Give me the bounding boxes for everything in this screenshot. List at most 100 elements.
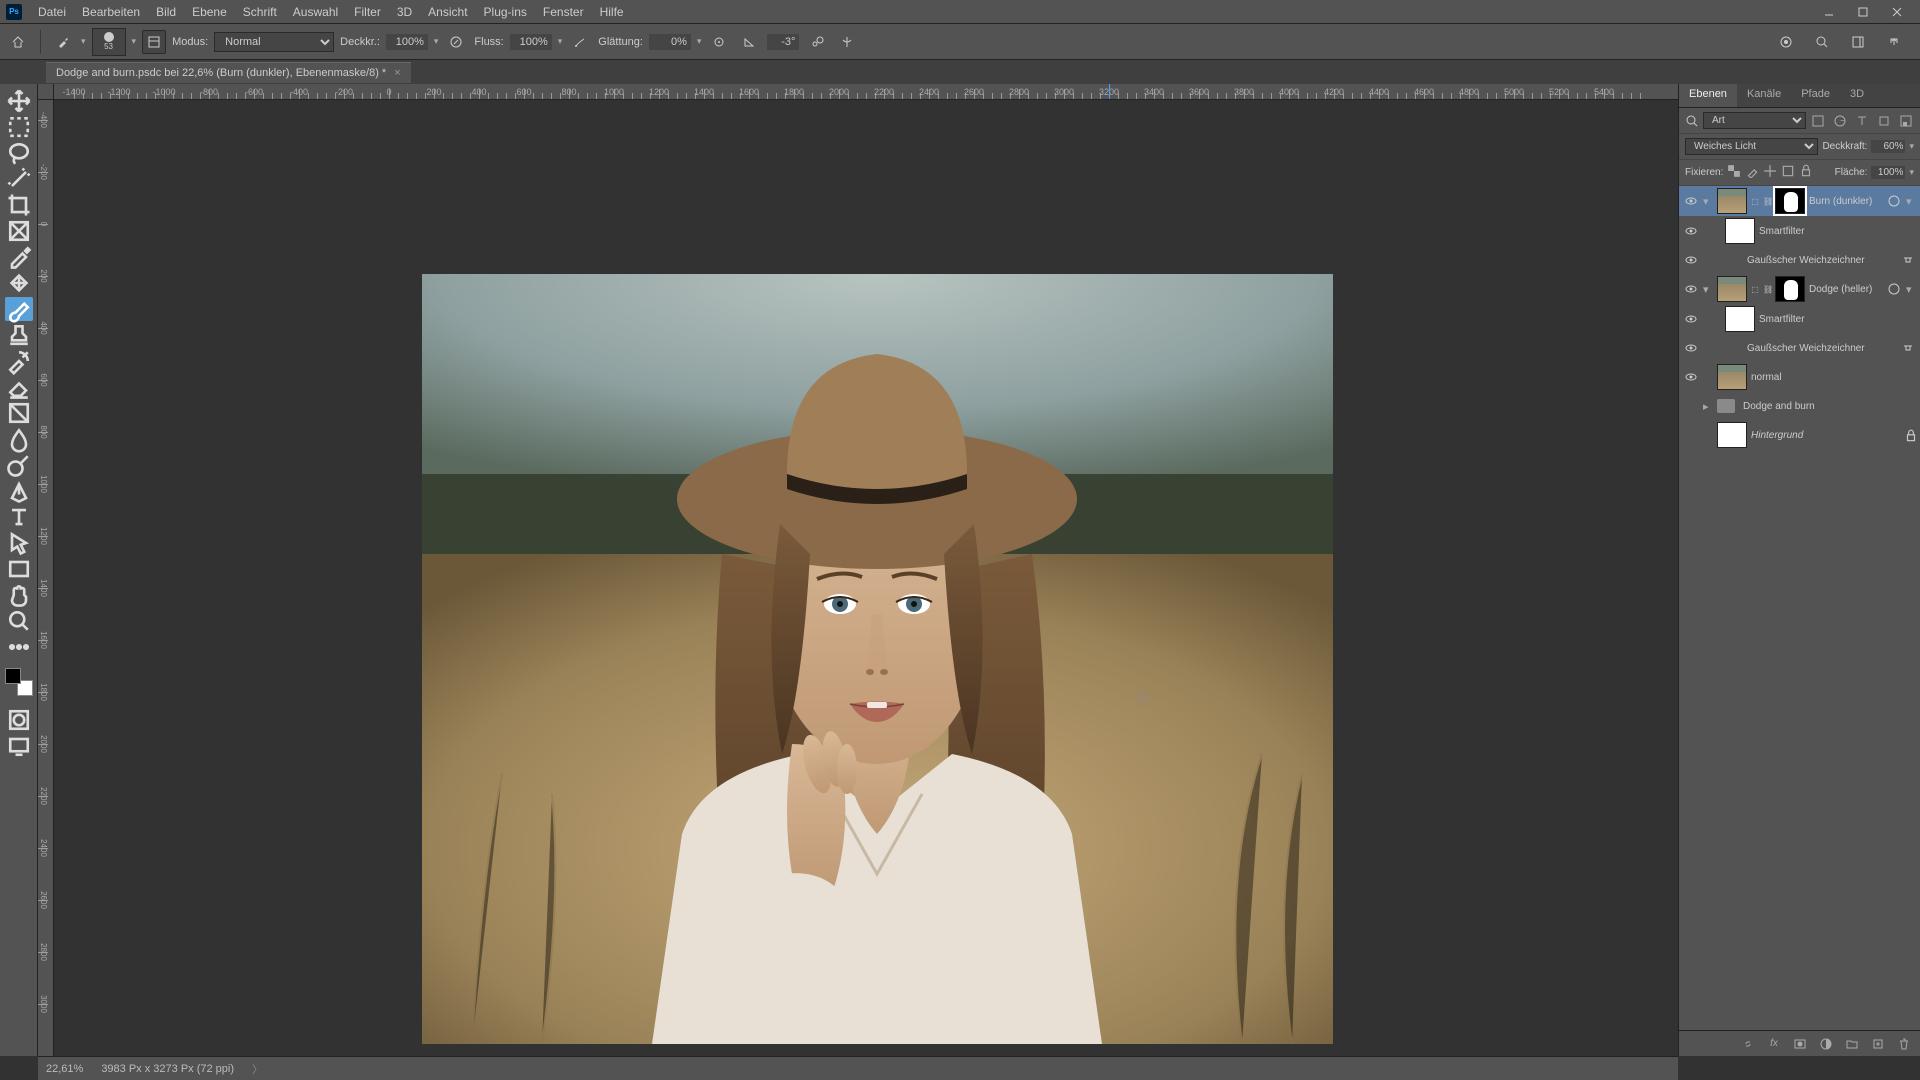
zoom-tool[interactable] xyxy=(5,609,33,633)
layer-dodge-gauss[interactable]: Gaußscher Weichzeichner xyxy=(1679,334,1920,362)
link-icon[interactable]: ⛓ xyxy=(1763,285,1771,294)
visibility-toggle[interactable] xyxy=(1683,340,1699,356)
lock-pixels-icon[interactable] xyxy=(1745,164,1759,181)
move-tool[interactable] xyxy=(5,89,33,113)
visibility-toggle[interactable] xyxy=(1683,193,1699,209)
menu-ansicht[interactable]: Ansicht xyxy=(420,0,475,23)
pressure-size-icon[interactable] xyxy=(805,30,829,54)
menu-schrift[interactable]: Schrift xyxy=(235,0,285,23)
filter-options-icon[interactable] xyxy=(1900,342,1916,354)
visibility-toggle[interactable] xyxy=(1683,281,1699,297)
visibility-toggle[interactable] xyxy=(1683,223,1699,239)
menu-bild[interactable]: Bild xyxy=(148,0,184,23)
filter-adjust-icon[interactable] xyxy=(1832,113,1848,129)
filter-type-icon[interactable] xyxy=(1854,113,1870,129)
layer-name[interactable]: Hintergrund xyxy=(1751,430,1900,441)
workspace-icon[interactable] xyxy=(1846,30,1870,54)
visibility-toggle[interactable] xyxy=(1683,252,1699,268)
link-layers-icon[interactable] xyxy=(1740,1036,1756,1052)
new-layer-icon[interactable] xyxy=(1870,1036,1886,1052)
lock-transparent-icon[interactable] xyxy=(1727,164,1741,181)
wand-tool[interactable] xyxy=(5,167,33,191)
home-icon[interactable] xyxy=(6,30,30,54)
layer-thumbnail[interactable] xyxy=(1717,364,1747,390)
close-button[interactable] xyxy=(1880,0,1914,23)
tab-channels[interactable]: Kanäle xyxy=(1737,84,1791,107)
layer-thumbnail[interactable] xyxy=(1717,422,1747,448)
layer-name[interactable]: Dodge (heller) xyxy=(1809,284,1882,295)
layer-name[interactable]: Smartfilter xyxy=(1759,314,1916,325)
menu-3d[interactable]: 3D xyxy=(389,0,420,23)
eraser-tool[interactable] xyxy=(5,375,33,399)
crop-tool[interactable] xyxy=(5,193,33,217)
layer-name[interactable]: normal xyxy=(1751,372,1916,383)
ruler-origin[interactable] xyxy=(38,84,54,100)
smoothing-options-icon[interactable] xyxy=(707,30,731,54)
history-brush-tool[interactable] xyxy=(5,349,33,373)
filter-pixel-icon[interactable] xyxy=(1810,113,1826,129)
layer-burn-gauss[interactable]: Gaußscher Weichzeichner xyxy=(1679,246,1920,274)
layer-name[interactable]: Dodge and burn xyxy=(1743,401,1916,412)
brush-tool[interactable] xyxy=(5,297,33,321)
visibility-toggle[interactable] xyxy=(1683,398,1699,414)
layer-thumbnail[interactable] xyxy=(1717,276,1747,302)
opacity-input[interactable] xyxy=(386,34,428,50)
search-icon[interactable] xyxy=(1810,30,1834,54)
layer-burn[interactable]: ▾⬚⛓Burn (dunkler)▾ xyxy=(1679,186,1920,216)
select-subject-icon[interactable] xyxy=(1774,30,1798,54)
layer-bg[interactable]: Hintergrund xyxy=(1679,420,1920,450)
menu-ebene[interactable]: Ebene xyxy=(184,0,235,23)
menu-auswahl[interactable]: Auswahl xyxy=(285,0,346,23)
layer-dodge[interactable]: ▾⬚⛓Dodge (heller)▾ xyxy=(1679,274,1920,304)
search-icon[interactable] xyxy=(1685,114,1699,128)
smoothing-input[interactable] xyxy=(649,34,691,50)
menu-filter[interactable]: Filter xyxy=(346,0,389,23)
expand-toggle[interactable]: ▾ xyxy=(1703,283,1713,296)
mask-thumbnail[interactable] xyxy=(1775,188,1805,214)
layer-thumbnail[interactable] xyxy=(1717,188,1747,214)
close-tab-icon[interactable]: × xyxy=(394,67,400,79)
gradient-tool[interactable] xyxy=(5,401,33,425)
filter-type-select[interactable]: Art xyxy=(1703,112,1806,129)
filter-badge-icon[interactable] xyxy=(1886,283,1902,295)
fill-input[interactable] xyxy=(1871,166,1905,179)
mask-thumbnail[interactable] xyxy=(1775,276,1805,302)
status-chevron-icon[interactable]: 〉 xyxy=(252,1061,263,1077)
expand-toggle[interactable]: ▾ xyxy=(1703,195,1713,208)
layer-fx-icon[interactable]: fx xyxy=(1766,1036,1782,1052)
layer-name[interactable]: Gaußscher Weichzeichner xyxy=(1747,255,1896,266)
type-tool[interactable] xyxy=(5,505,33,529)
layer-normal[interactable]: normal xyxy=(1679,362,1920,392)
layer-name[interactable]: Burn (dunkler) xyxy=(1809,196,1882,207)
group-icon[interactable] xyxy=(1844,1036,1860,1052)
blur-tool[interactable] xyxy=(5,427,33,451)
visibility-toggle[interactable] xyxy=(1683,369,1699,385)
filter-smart-icon[interactable] xyxy=(1898,113,1914,129)
layer-name[interactable]: Gaußscher Weichzeichner xyxy=(1747,343,1896,354)
filter-shape-icon[interactable] xyxy=(1876,113,1892,129)
menu-plug-ins[interactable]: Plug-ins xyxy=(476,0,535,23)
angle-input[interactable] xyxy=(767,34,799,50)
blend-mode-select[interactable]: Normal xyxy=(214,32,334,52)
layer-burn-sf[interactable]: Smartfilter xyxy=(1679,216,1920,246)
tab-3d[interactable]: 3D xyxy=(1840,84,1874,107)
menu-hilfe[interactable]: Hilfe xyxy=(592,0,632,23)
menu-fenster[interactable]: Fenster xyxy=(535,0,592,23)
ruler-vertical[interactable]: -400-20002004006008001000120014001600180… xyxy=(38,100,54,1056)
lock-icon[interactable] xyxy=(1904,429,1916,441)
screenmode-icon[interactable] xyxy=(5,734,33,758)
visibility-toggle[interactable] xyxy=(1683,427,1699,443)
maximize-button[interactable] xyxy=(1846,0,1880,23)
layer-thumbnail[interactable] xyxy=(1725,306,1755,332)
frame-tool[interactable] xyxy=(5,219,33,243)
expand-toggle[interactable]: ▸ xyxy=(1703,400,1713,413)
eyedropper-tool[interactable] xyxy=(5,245,33,269)
share-icon[interactable] xyxy=(1882,30,1906,54)
layer-name[interactable]: Smartfilter xyxy=(1759,226,1916,237)
layer-group[interactable]: ▸ Dodge and burn xyxy=(1679,392,1920,420)
lock-artboard-icon[interactable] xyxy=(1781,164,1795,181)
foreground-color-swatch[interactable] xyxy=(5,668,21,684)
layer-opacity-input[interactable] xyxy=(1871,140,1905,153)
layer-blend-select[interactable]: Weiches Licht xyxy=(1685,138,1818,155)
more-tools-icon[interactable] xyxy=(5,635,33,659)
